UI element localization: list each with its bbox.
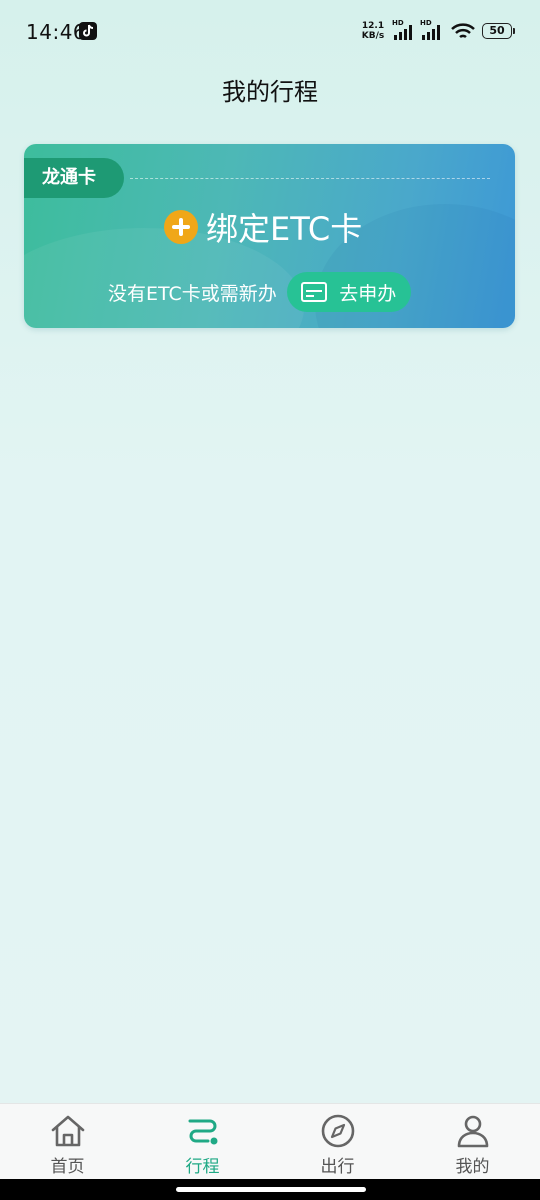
card-icon	[301, 282, 328, 302]
network-speed: 12.1 KB/s	[358, 21, 388, 41]
nav-label-route: 行程	[185, 1157, 220, 1177]
etc-card: 龙通卡 绑定ETC卡 没有ETC卡或需新办 去申办	[24, 144, 515, 328]
nav-label-travel: 出行	[320, 1157, 355, 1177]
page-title: 我的行程	[222, 78, 318, 106]
network-speed-unit: KB/s	[361, 31, 385, 41]
plus-icon	[164, 210, 198, 244]
card-divider	[130, 178, 490, 179]
card-type-tag: 龙通卡	[24, 158, 124, 198]
bind-etc-card-button[interactable]: 绑定ETC卡	[164, 204, 362, 250]
nav-item-home[interactable]: 首页	[0, 1104, 135, 1179]
compass-icon	[321, 1114, 354, 1148]
apply-button[interactable]: 去申办	[286, 272, 411, 312]
route-icon	[188, 1119, 217, 1145]
signal-2-icon	[422, 25, 440, 40]
status-time: 14:46	[26, 20, 87, 44]
apply-row: 没有ETC卡或需新办 去申办	[108, 272, 411, 312]
system-gesture-bar	[0, 1179, 540, 1200]
bind-etc-card-label: 绑定ETC卡	[206, 210, 363, 248]
person-icon	[457, 1115, 488, 1148]
home-indicator[interactable]	[176, 1187, 366, 1192]
no-card-text: 没有ETC卡或需新办	[108, 282, 277, 305]
network-speed-value: 12.1	[361, 21, 385, 31]
apply-button-label: 去申办	[339, 282, 397, 305]
nav-label-mine: 我的	[455, 1157, 490, 1177]
signal-1-icon	[394, 25, 412, 40]
nav-item-travel[interactable]: 出行	[270, 1104, 405, 1179]
home-icon	[51, 1115, 84, 1147]
nav-item-route[interactable]: 行程	[135, 1104, 270, 1179]
tiktok-notification-icon	[79, 22, 97, 40]
bottom-nav: 首页 行程 出行 我的	[0, 1103, 540, 1179]
nav-item-mine[interactable]: 我的	[405, 1104, 540, 1179]
battery-indicator: 50	[482, 23, 515, 39]
nav-label-home: 首页	[50, 1157, 85, 1177]
status-bar: 14:46 12.1 KB/s HD HD 50	[0, 0, 540, 64]
wifi-icon	[451, 23, 475, 39]
